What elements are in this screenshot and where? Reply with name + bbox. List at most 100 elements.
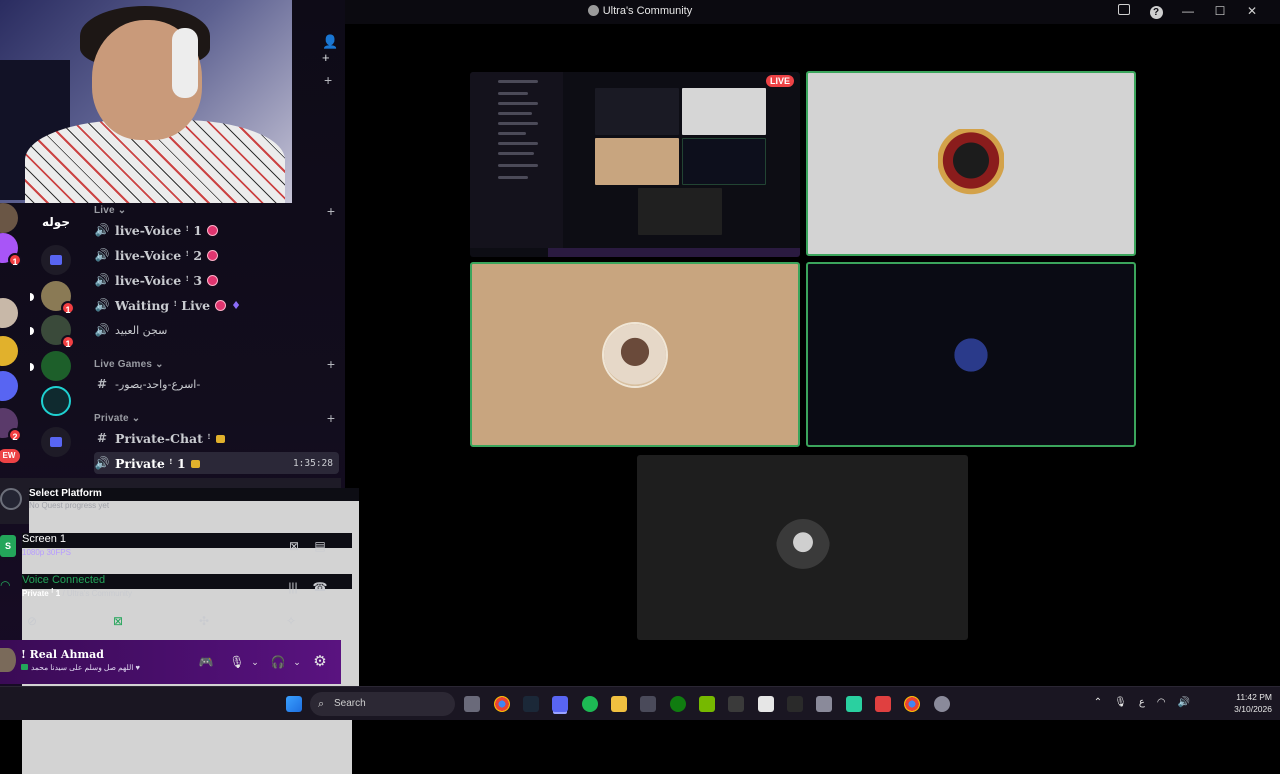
wifi-icon[interactable]: ◠ bbox=[1157, 697, 1166, 708]
left-panel: 👤+ + 1 2 EW جوله 1 1 Live ⌄ + 🔊 live-Voic… bbox=[0, 0, 359, 774]
unread-pip bbox=[30, 327, 34, 335]
stream-preview-taskbar bbox=[548, 248, 800, 257]
volume-icon[interactable]: 🔊 bbox=[1178, 697, 1190, 708]
voice-channel[interactable]: 🔊 live-Voice ꜝ 1 bbox=[94, 219, 339, 241]
soundboard-icon[interactable]: ✧ bbox=[283, 614, 299, 628]
inbox-icon[interactable] bbox=[1108, 4, 1140, 19]
gear-icon[interactable]: ⚙ bbox=[312, 654, 328, 669]
server-avatar[interactable] bbox=[0, 203, 18, 233]
server-avatar[interactable]: 1 bbox=[41, 281, 75, 315]
clock[interactable]: 11:42 PM 3/10/2026 bbox=[1234, 691, 1272, 715]
add-member-icon[interactable]: 👤+ bbox=[322, 34, 345, 65]
participant-tile[interactable] bbox=[637, 455, 968, 640]
spotify-icon[interactable] bbox=[582, 696, 598, 712]
participant-tile[interactable] bbox=[806, 262, 1136, 447]
avatar bbox=[604, 323, 666, 386]
quest-panel[interactable]: Select Platform No Quest progress yet bbox=[0, 478, 359, 686]
participant-tile[interactable] bbox=[806, 71, 1136, 256]
minimize-button[interactable]: — bbox=[1172, 4, 1204, 19]
unread-pip bbox=[30, 293, 34, 301]
add-channel-icon[interactable]: + bbox=[327, 356, 335, 372]
server-folder[interactable] bbox=[41, 245, 71, 275]
voice-channel[interactable]: 🔊 live-Voice ꜝ 3 bbox=[94, 269, 339, 291]
settings-icon[interactable] bbox=[934, 696, 950, 712]
chrome-icon[interactable] bbox=[494, 696, 510, 712]
live-dot-icon bbox=[207, 249, 219, 261]
server-avatar[interactable] bbox=[0, 298, 18, 328]
clock-date: 3/10/2026 bbox=[1234, 704, 1272, 714]
voice-channel-active[interactable]: 🔊 Private ꜝ 1 1:35:28 bbox=[94, 452, 339, 474]
app-icon[interactable] bbox=[846, 696, 862, 712]
recycle-icon[interactable] bbox=[816, 696, 832, 712]
server-rail: 1 2 EW bbox=[0, 203, 24, 478]
lock-icon bbox=[190, 460, 200, 468]
help-icon[interactable]: ? bbox=[1140, 4, 1172, 19]
category-live-games[interactable]: Live Games ⌄ bbox=[94, 359, 164, 370]
play-icon[interactable] bbox=[728, 696, 744, 712]
category-private[interactable]: Private ⌄ bbox=[94, 413, 140, 424]
server-avatar[interactable]: 2 bbox=[0, 408, 22, 442]
hash-icon: # bbox=[96, 377, 108, 391]
screen-share-icon[interactable]: ⊠ bbox=[110, 614, 126, 628]
windows-taskbar: ⌕ Search ⌃ 🎙 ع ◠ 🔊 11:42 PM 3/10/2026 bbox=[0, 686, 1280, 720]
microphone-icon[interactable]: 🎙 bbox=[1114, 697, 1127, 708]
steam-icon[interactable] bbox=[523, 696, 539, 712]
server-list: جوله 1 1 bbox=[38, 203, 75, 478]
text-channel[interactable]: # Private-Chat ꜝ bbox=[94, 427, 339, 449]
chevron-down-icon[interactable]: ⌄ bbox=[289, 655, 305, 669]
server-avatar[interactable]: 1 bbox=[41, 315, 75, 349]
activities-icon[interactable]: ✣ bbox=[196, 614, 212, 628]
microphone-icon[interactable]: 🎙 bbox=[229, 655, 245, 669]
avatar[interactable] bbox=[0, 648, 16, 672]
camera-icon[interactable] bbox=[464, 696, 480, 712]
windows-start-icon[interactable] bbox=[286, 696, 302, 712]
camera-off-icon[interactable]: ⊘ bbox=[24, 614, 40, 628]
user-status: اللهم صل وسلم على سيدنا محمد ♥ bbox=[21, 663, 140, 672]
server-avatar[interactable] bbox=[41, 386, 71, 416]
search-input[interactable]: ⌕ Search bbox=[310, 692, 455, 716]
stream-tile[interactable]: LIVE bbox=[470, 72, 800, 257]
voice-channel[interactable]: 🔊 Waiting ꜝ Live ♦ bbox=[94, 294, 339, 316]
user-name[interactable]: ! Real Ahmad bbox=[21, 648, 104, 661]
stream-settings-icon[interactable]: ▤ bbox=[312, 539, 328, 553]
new-badge: EW bbox=[0, 449, 20, 463]
chevron-down-icon[interactable]: ⌄ bbox=[247, 655, 263, 669]
noise-suppression-icon[interactable]: ||| bbox=[285, 580, 301, 594]
add-channel-icon[interactable]: + bbox=[327, 410, 335, 426]
server-avatar[interactable] bbox=[0, 336, 18, 366]
app-icon[interactable] bbox=[787, 696, 803, 712]
avatar bbox=[775, 518, 830, 577]
store-icon[interactable] bbox=[640, 696, 656, 712]
discord-icon[interactable] bbox=[552, 696, 568, 712]
maximize-button[interactable]: ☐ bbox=[1204, 4, 1236, 19]
gamepad-icon[interactable]: 🎮 bbox=[198, 655, 214, 669]
wps-icon[interactable] bbox=[875, 696, 891, 712]
headphones-icon[interactable]: 🎧 bbox=[270, 655, 286, 669]
nvidia-icon[interactable] bbox=[699, 696, 715, 712]
system-tray: ⌃ 🎙 ع ◠ 🔊 bbox=[1094, 697, 1190, 708]
chevron-up-icon[interactable]: ⌃ bbox=[1094, 697, 1102, 708]
speaker-icon: 🔊 bbox=[94, 248, 110, 262]
category-live[interactable]: Live ⌄ bbox=[94, 205, 126, 216]
stop-stream-icon[interactable]: ⊠ bbox=[286, 539, 302, 553]
server-folder[interactable] bbox=[0, 371, 18, 401]
folder-icon[interactable] bbox=[611, 696, 627, 712]
add-channel-icon[interactable]: + bbox=[327, 203, 335, 219]
server-name[interactable]: جوله bbox=[38, 205, 74, 239]
quest-icon bbox=[0, 488, 22, 510]
participant-tile[interactable] bbox=[470, 262, 800, 447]
xbox-icon[interactable] bbox=[670, 696, 686, 712]
server-folder[interactable] bbox=[41, 427, 71, 457]
language-indicator[interactable]: ع bbox=[1139, 697, 1145, 708]
close-button[interactable]: ✕ bbox=[1236, 4, 1268, 19]
voice-channel[interactable]: 🔊 live-Voice ꜝ 2 bbox=[94, 244, 339, 266]
clock-time: 11:42 PM bbox=[1236, 692, 1272, 702]
server-avatar[interactable]: 1 bbox=[0, 233, 22, 267]
chrome-icon[interactable] bbox=[904, 696, 920, 712]
voice-channel[interactable]: 🔊 سجن العبيد bbox=[94, 319, 339, 341]
text-channel[interactable]: # -اسرع-واحد-يصور- bbox=[94, 373, 339, 395]
disconnect-icon[interactable]: ☎ bbox=[312, 580, 328, 594]
document-icon[interactable] bbox=[758, 696, 774, 712]
server-avatar[interactable] bbox=[41, 351, 71, 381]
add-channel-icon[interactable]: + bbox=[324, 72, 332, 88]
